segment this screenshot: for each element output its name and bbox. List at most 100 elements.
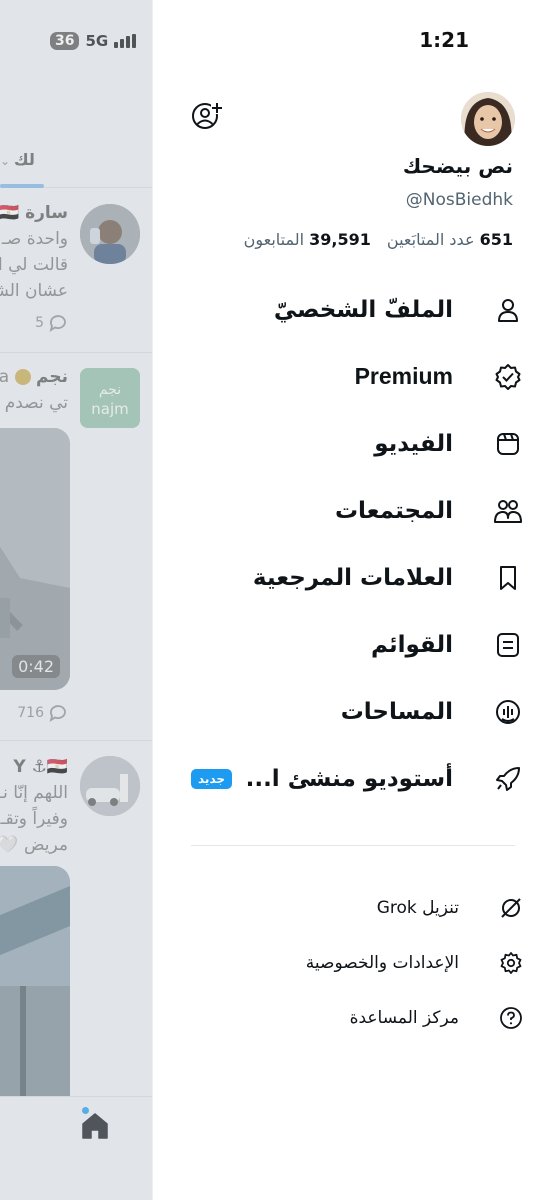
- menu-item-communities[interactable]: المجتمعات: [152, 477, 553, 544]
- tweet-text-line: قالت لي ا: [0, 255, 68, 275]
- timeline-tab-strip: ⌄ لك: [0, 146, 152, 188]
- tweet-1[interactable]: سارة 🇪🇬 واحدة صـ قالت لي ا عشان الشـ 5: [0, 200, 152, 350]
- menu-item-label: Premium: [354, 363, 453, 389]
- video-thumbnail: [0, 428, 70, 690]
- network-label: 5G: [85, 32, 109, 50]
- menu-item-label: مركز المساعدة: [349, 1007, 459, 1028]
- tweet-author-handle: a: [0, 367, 10, 387]
- communities-icon: [494, 499, 522, 523]
- avatar[interactable]: نجم najm: [80, 368, 140, 428]
- reply-count: 5: [35, 315, 44, 331]
- tab-for-you[interactable]: لك: [14, 150, 35, 169]
- profile-handle: @NosBiedhk: [405, 190, 513, 210]
- spaces-icon: [496, 699, 520, 724]
- tweet-text-line: عشان الشـ: [0, 281, 68, 301]
- followers-count: 39,591: [309, 230, 371, 249]
- avatar-photo-icon: [80, 204, 140, 264]
- reply-button[interactable]: 5: [35, 314, 68, 332]
- menu-item-label: أستوديو منشئ ا...: [245, 765, 453, 792]
- following-count: 651: [479, 230, 513, 249]
- menu-item-profile[interactable]: الملفّ الشخصيّ: [152, 276, 553, 343]
- signal-icon: [114, 34, 137, 48]
- tweet-video[interactable]: 0:42: [0, 428, 70, 690]
- tweet-body: Y ⚓🇪🇬 اللهم إنّا نـ وفيراً وتقـ مريض 🤍: [0, 754, 68, 858]
- menu-item-label: القوائم: [370, 631, 453, 658]
- tweet-image-thumbnail: [0, 866, 70, 1096]
- profile-photo-icon: [461, 92, 515, 146]
- menu-item-spaces[interactable]: المساحات: [152, 678, 553, 745]
- svg-text:نجم: نجم: [99, 382, 121, 398]
- following-stat[interactable]: 651 عدد المتابَعين: [387, 230, 513, 249]
- tweet-text-line: تي نصدم: [4, 393, 68, 413]
- tweet-author-name: سارة 🇪🇬: [0, 203, 68, 223]
- menu-item-label: تنزيل Grok: [376, 897, 459, 918]
- profile-stats: 651 عدد المتابَعين 39,591 المتابعون: [244, 230, 513, 249]
- video-duration: 0:42: [12, 655, 60, 678]
- profile-avatar[interactable]: [461, 92, 515, 146]
- timeline-background[interactable]: 36 5G ⌄ لك سارة 🇪🇬 واحدة صـ قالت لي ا عش…: [0, 0, 152, 1200]
- tweet-author-name: Y ⚓🇪🇬: [13, 757, 68, 777]
- home-icon[interactable]: [80, 1111, 110, 1141]
- drawer-menu: الملفّ الشخصيّ Premium الفيديو المجتمعات…: [152, 276, 553, 812]
- profile-display-name[interactable]: نص بيضحك: [403, 154, 513, 178]
- tweet-body: سارة 🇪🇬 واحدة صـ قالت لي ا عشان الشـ: [0, 200, 68, 304]
- tweet-3[interactable]: Y ⚓🇪🇬 اللهم إنّا نـ وفيراً وتقـ مريض 🤍: [0, 754, 152, 1096]
- menu-item-label: المساحات: [340, 698, 453, 725]
- tweet-body: نجم a تي نصدم: [0, 364, 68, 416]
- help-icon: [500, 1006, 522, 1029]
- bookmark-icon: [500, 565, 516, 590]
- tweet-text-line: مريض 🤍: [0, 835, 68, 855]
- avatar-photo-icon: [80, 756, 140, 816]
- reply-icon: [49, 705, 66, 722]
- gear-icon: [500, 951, 522, 974]
- menu-item-creator-studio[interactable]: جديد أستوديو منشئ ا...: [152, 745, 553, 812]
- reply-icon: [49, 315, 66, 332]
- menu-item-label: المجتمعات: [334, 497, 453, 524]
- add-account-icon[interactable]: [191, 100, 223, 132]
- avatar[interactable]: [80, 756, 140, 816]
- battery-indicator: 36: [50, 32, 80, 50]
- followers-label: المتابعون: [243, 230, 305, 249]
- person-icon: [498, 298, 518, 322]
- menu-item-video[interactable]: الفيديو: [152, 410, 553, 477]
- tweet-text-line: وفيراً وتقـ: [0, 809, 69, 829]
- reply-button[interactable]: 716: [17, 704, 68, 722]
- status-indicators: 36 5G: [50, 32, 137, 50]
- menu-item-premium[interactable]: Premium: [152, 343, 553, 410]
- followers-stat[interactable]: 39,591 المتابعون: [244, 230, 371, 249]
- verified-badge-icon: [495, 363, 521, 390]
- menu-item-label: الفيديو: [374, 430, 453, 457]
- tweet-image[interactable]: [0, 866, 70, 1096]
- side-drawer: 1:21 نص بيضحك @NosBiedhk 651 عدد المتابَ…: [152, 0, 553, 1200]
- svg-text:najm: najm: [91, 400, 128, 418]
- reply-count: 716: [17, 705, 44, 721]
- video-icon: [497, 432, 519, 455]
- rocket-icon: [496, 766, 520, 791]
- status-time: 1:21: [419, 28, 469, 52]
- menu-item-label: الإعدادات والخصوصية: [305, 952, 459, 973]
- tweet-text-line: اللهم إنّا نـ: [0, 783, 68, 803]
- tweet-2[interactable]: نجم najm نجم a تي نصدم 0:42 716: [0, 364, 152, 734]
- menu-item-label: العلامات المرجعية: [252, 564, 453, 591]
- verified-gold-icon: [14, 369, 31, 385]
- divider: [0, 740, 152, 741]
- tab-underline: [0, 184, 44, 188]
- menu-item-lists[interactable]: القوائم: [152, 611, 553, 678]
- chevron-down-icon: ⌄: [0, 154, 11, 168]
- menu-item-grok[interactable]: تنزيل Grok: [152, 880, 553, 935]
- avatar[interactable]: [80, 204, 140, 264]
- bottom-tab-bar: [0, 1096, 152, 1200]
- drawer-divider: [191, 845, 515, 846]
- tweet-text-line: واحدة صـ: [1, 229, 68, 249]
- drawer-secondary-menu: تنزيل Grok الإعدادات والخصوصية مركز المس…: [152, 880, 553, 1045]
- menu-item-settings[interactable]: الإعدادات والخصوصية: [152, 935, 553, 990]
- grok-icon: [501, 897, 521, 918]
- divider: [0, 352, 152, 353]
- menu-item-help[interactable]: مركز المساعدة: [152, 990, 553, 1045]
- menu-item-bookmarks[interactable]: العلامات المرجعية: [152, 544, 553, 611]
- tweet-author-name: نجم: [36, 367, 68, 387]
- screen: 36 5G ⌄ لك سارة 🇪🇬 واحدة صـ قالت لي ا عش…: [0, 0, 553, 1200]
- menu-item-label: الملفّ الشخصيّ: [273, 296, 453, 323]
- list-icon: [497, 632, 519, 657]
- new-badge: جديد: [191, 768, 233, 789]
